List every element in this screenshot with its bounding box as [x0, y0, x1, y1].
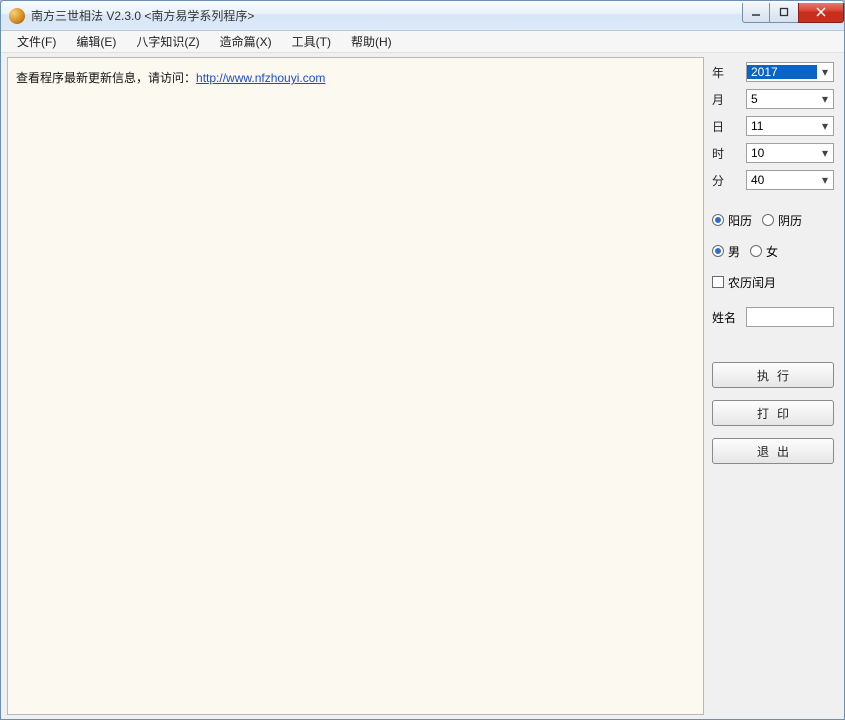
day-combo[interactable]: 11 ▾ [746, 116, 834, 136]
minute-row: 分 40 ▾ [712, 169, 834, 191]
hour-label: 时 [712, 145, 740, 162]
radio-icon [762, 214, 774, 226]
menu-help[interactable]: 帮助(H) [341, 30, 402, 53]
menu-bazi[interactable]: 八字知识(Z) [126, 30, 209, 53]
month-value: 5 [747, 92, 817, 106]
run-button[interactable]: 执行 [712, 362, 834, 388]
month-combo[interactable]: 5 ▾ [746, 89, 834, 109]
checkbox-icon [712, 276, 724, 288]
year-row: 年 2017 ▾ [712, 61, 834, 83]
chevron-down-icon: ▾ [817, 119, 833, 133]
hour-combo[interactable]: 10 ▾ [746, 143, 834, 163]
main-text-area[interactable]: 查看程序最新更新信息，请访问：http://www.nfzhouyi.com [7, 57, 704, 715]
solar-radio[interactable]: 阳历 [712, 212, 752, 229]
year-combo[interactable]: 2017 ▾ [746, 62, 834, 82]
chevron-down-icon: ▾ [817, 173, 833, 187]
app-icon [9, 8, 25, 24]
calendar-radio-group: 阳历 阴历 [712, 210, 834, 230]
hour-row: 时 10 ▾ [712, 142, 834, 164]
leap-month-label: 农历闰月 [728, 274, 776, 291]
minimize-icon [751, 7, 761, 17]
action-buttons: 执行 打印 退出 [712, 362, 834, 464]
maximize-icon [779, 7, 789, 17]
male-radio[interactable]: 男 [712, 243, 740, 260]
name-input[interactable] [746, 307, 834, 327]
chevron-down-icon: ▾ [817, 92, 833, 106]
minute-label: 分 [712, 172, 740, 189]
gender-radio-group: 男 女 [712, 241, 834, 261]
solar-label: 阳历 [728, 212, 752, 229]
app-window: 南方三世相法 V2.3.0 <南方易学系列程序> 文件(F) 编辑(E) 八字知… [0, 0, 845, 720]
menubar: 文件(F) 编辑(E) 八字知识(Z) 造命篇(X) 工具(T) 帮助(H) [1, 31, 844, 53]
year-label: 年 [712, 64, 740, 81]
side-panel: 年 2017 ▾ 月 5 ▾ 日 11 ▾ [704, 53, 844, 719]
day-label: 日 [712, 118, 740, 135]
name-label: 姓名 [712, 309, 740, 326]
name-row: 姓名 [712, 307, 834, 327]
menu-tools[interactable]: 工具(T) [282, 30, 341, 53]
titlebar: 南方三世相法 V2.3.0 <南方易学系列程序> [1, 1, 844, 31]
radio-icon [712, 245, 724, 257]
minimize-button[interactable] [742, 3, 770, 23]
maximize-button[interactable] [769, 3, 799, 23]
menu-zaoming[interactable]: 造命篇(X) [210, 30, 282, 53]
minute-combo[interactable]: 40 ▾ [746, 170, 834, 190]
window-controls [743, 3, 844, 23]
close-icon [816, 7, 826, 17]
hour-value: 10 [747, 146, 817, 160]
body: 查看程序最新更新信息，请访问：http://www.nfzhouyi.com 年… [1, 53, 844, 719]
leap-month-row: 农历闰月 [712, 272, 834, 292]
radio-icon [750, 245, 762, 257]
chevron-down-icon: ▾ [817, 146, 833, 160]
lunar-label: 阴历 [778, 212, 802, 229]
update-info-text: 查看程序最新更新信息，请访问： [16, 71, 196, 85]
lunar-radio[interactable]: 阴历 [762, 212, 802, 229]
male-label: 男 [728, 243, 740, 260]
minute-value: 40 [747, 173, 817, 187]
print-button[interactable]: 打印 [712, 400, 834, 426]
month-label: 月 [712, 91, 740, 108]
female-radio[interactable]: 女 [750, 243, 778, 260]
chevron-down-icon: ▾ [817, 65, 833, 79]
day-value: 11 [747, 119, 817, 133]
female-label: 女 [766, 243, 778, 260]
update-link[interactable]: http://www.nfzhouyi.com [196, 71, 325, 85]
month-row: 月 5 ▾ [712, 88, 834, 110]
leap-month-checkbox[interactable]: 农历闰月 [712, 274, 776, 291]
close-button[interactable] [798, 3, 844, 23]
menu-edit[interactable]: 编辑(E) [66, 30, 126, 53]
window-title: 南方三世相法 V2.3.0 <南方易学系列程序> [31, 7, 743, 24]
day-row: 日 11 ▾ [712, 115, 834, 137]
year-value: 2017 [747, 65, 817, 79]
exit-button[interactable]: 退出 [712, 438, 834, 464]
menu-file[interactable]: 文件(F) [7, 30, 66, 53]
radio-icon [712, 214, 724, 226]
